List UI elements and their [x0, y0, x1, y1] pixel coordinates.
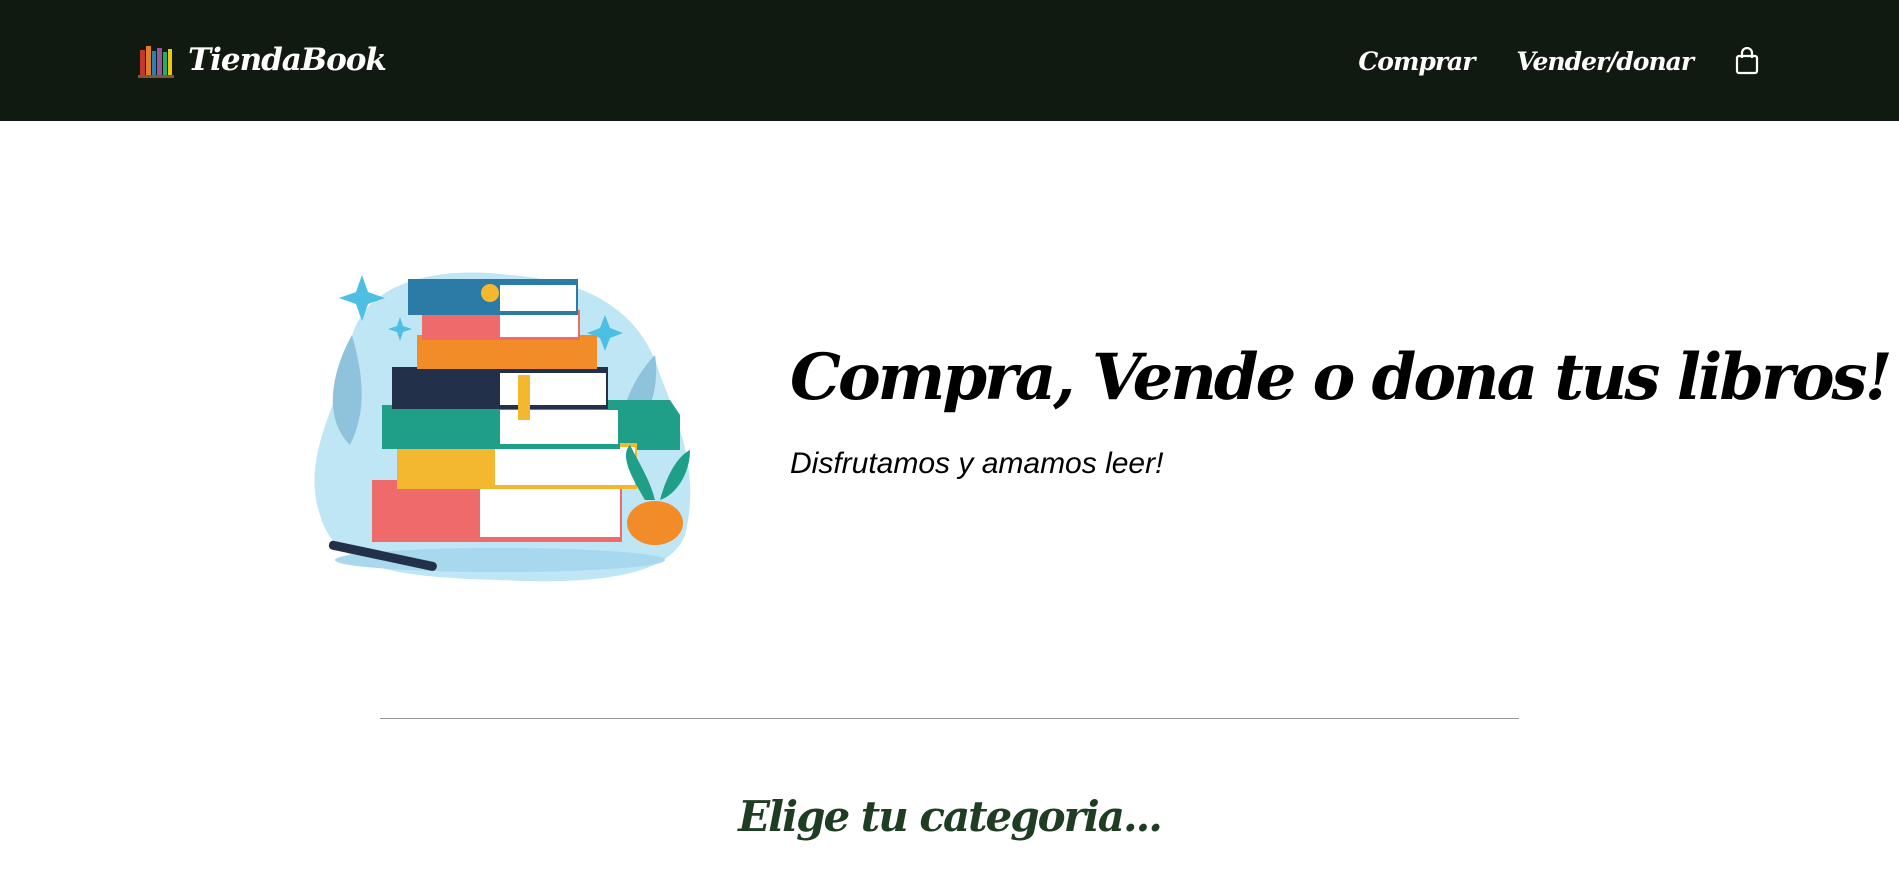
categories-title: Elige tu categoria... [738, 792, 1163, 841]
stack-of-books-illustration [314, 272, 691, 582]
books-shelf-icon [138, 46, 174, 78]
section-divider [380, 718, 1519, 719]
shopping-bag-icon [1735, 47, 1759, 75]
brand[interactable]: TiendaBook [138, 36, 387, 84]
cart-button[interactable] [1735, 47, 1759, 75]
hero-subtitle: Disfrutamos y amamos leer! [790, 447, 1164, 480]
brand-name: TiendaBook [188, 42, 387, 78]
nav-comprar[interactable]: Comprar [1358, 47, 1475, 76]
navbar: TiendaBook Comprar Vender/donar [0, 0, 1899, 121]
hero-title: Compra, Vende o dona tus libros! [790, 340, 1893, 415]
nav-links: Comprar Vender/donar [1316, 38, 1759, 84]
nav-vender-donar[interactable]: Vender/donar [1516, 47, 1694, 76]
